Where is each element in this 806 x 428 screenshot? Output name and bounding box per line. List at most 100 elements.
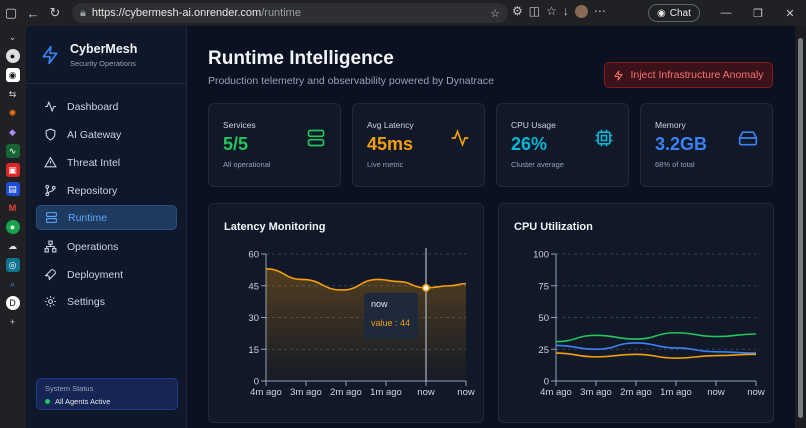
stat-card-services: Services 5/5 All operational bbox=[208, 103, 341, 187]
lightning-icon bbox=[614, 69, 624, 81]
chat-label: Chat bbox=[669, 7, 691, 19]
refresh-icon[interactable]: ↻ bbox=[44, 2, 66, 24]
sidebar-item-label: Dashboard bbox=[67, 100, 119, 113]
latency-chart[interactable]: 0 15 30 45 60 4m ago 3m ago 2m ago 1m ago now now bbox=[209, 204, 485, 424]
gmail-icon[interactable]: M bbox=[6, 201, 20, 215]
sidebar-item-label: Settings bbox=[67, 295, 105, 308]
sidebar-item-deployment[interactable]: Deployment bbox=[36, 262, 177, 287]
y-tick-label: 45 bbox=[248, 281, 259, 292]
y-tick-label: 25 bbox=[538, 345, 549, 356]
sidebar-item-label: AI Gateway bbox=[67, 128, 122, 141]
series-line-0 bbox=[555, 331, 757, 343]
tooltip-label: now bbox=[371, 299, 388, 309]
sidebar-item-label: Repository bbox=[67, 184, 118, 197]
y-tick-label: 0 bbox=[544, 377, 549, 388]
search-icon[interactable]: ⌕ bbox=[6, 277, 20, 291]
stat-sub: Live metric bbox=[367, 160, 404, 169]
more-icon[interactable]: ⋯ bbox=[594, 4, 606, 18]
latency-chart-card: Latency Monitoring 0 15 30 45 60 4m ago 3m ago… bbox=[208, 203, 484, 423]
series-line-1 bbox=[555, 342, 757, 354]
diamond-icon[interactable]: ◆ bbox=[6, 125, 20, 139]
tabs-icon[interactable]: ▢ bbox=[0, 2, 22, 24]
stat-card-memory: Memory 3.2GB 68% of total bbox=[640, 103, 773, 187]
green-circle-icon[interactable]: ● bbox=[5, 220, 20, 234]
tooltip-value: value : 44 bbox=[371, 318, 411, 328]
arrows-icon[interactable]: ⇆ bbox=[6, 87, 20, 101]
sidebar-item-dashboard[interactable]: Dashboard bbox=[36, 94, 177, 119]
inject-anomaly-label: Inject Infrastructure Anomaly bbox=[630, 69, 764, 81]
y-tick-label: 100 bbox=[533, 250, 549, 261]
highlight-point bbox=[422, 283, 430, 292]
map-icon[interactable]: ▤ bbox=[5, 182, 20, 196]
brand-name: CyberMesh bbox=[70, 41, 138, 56]
address-bar[interactable]: 🔒︎ https://cybermesh-ai.onrender.com/run… bbox=[72, 3, 508, 23]
server-icon bbox=[307, 129, 325, 147]
browser-toolbar: ▢ ← ↻ 🔒︎ https://cybermesh-ai.onrender.c… bbox=[0, 0, 806, 26]
y-tick-label: 50 bbox=[538, 313, 549, 324]
chart-tooltip: now value : 44 bbox=[364, 293, 418, 339]
gear-icon bbox=[45, 296, 56, 307]
selected-site-icon[interactable]: ◎ bbox=[5, 258, 20, 272]
sidebar-item-label: Operations bbox=[67, 240, 119, 253]
extensions-icon[interactable]: ⚙ bbox=[512, 4, 523, 18]
system-status-panel: System Status All Agents Active bbox=[36, 378, 178, 410]
minimize-icon[interactable]: — bbox=[710, 0, 742, 26]
favorites-icon[interactable]: ☆ bbox=[546, 4, 557, 18]
y-tick-label: 30 bbox=[248, 313, 259, 324]
add-icon[interactable]: + bbox=[6, 315, 20, 329]
burst-icon[interactable]: ✺ bbox=[6, 106, 20, 120]
sidebar-item-ai-gateway[interactable]: AI Gateway bbox=[36, 122, 177, 147]
x-tick-label: 2m ago bbox=[620, 387, 652, 398]
y-tick-label: 0 bbox=[254, 377, 259, 388]
url-path: /runtime bbox=[261, 7, 301, 19]
x-tick-label: 2m ago bbox=[330, 387, 362, 398]
activity-site-icon[interactable]: ∿ bbox=[5, 144, 20, 158]
shield-icon bbox=[45, 128, 56, 141]
close-icon[interactable]: ✕ bbox=[774, 0, 806, 26]
scrollbar[interactable] bbox=[795, 26, 806, 428]
sidebar-item-label: Threat Intel bbox=[67, 156, 121, 169]
sidebar-item-label: Runtime bbox=[68, 211, 108, 224]
cpu-chart[interactable]: 0 25 50 75 100 4m ago 3m ago 2m ago 1m ago now now bbox=[499, 204, 775, 424]
chat-button[interactable]: ◉ Chat bbox=[648, 4, 700, 22]
hard-drive-icon bbox=[738, 131, 758, 146]
browser-sidebar: ⌄ ● ◉ ⇆ ✺ ◆ ∿ ▣ ▤ M ● ☁ ◎ ⌕ D + bbox=[0, 26, 25, 428]
server-icon bbox=[46, 212, 57, 223]
activity-icon bbox=[45, 100, 56, 113]
restore-icon[interactable]: ❐ bbox=[742, 0, 774, 26]
sidebar-item-repository[interactable]: Repository bbox=[36, 178, 177, 203]
red-app-icon[interactable]: ▣ bbox=[5, 163, 20, 177]
favorite-star-icon[interactable]: ☆ bbox=[490, 7, 500, 20]
x-tick-label: 4m ago bbox=[540, 387, 572, 398]
page-subtitle: Production telemetry and observability p… bbox=[208, 75, 494, 87]
status-dot bbox=[45, 399, 50, 404]
x-tick-label: now bbox=[707, 387, 725, 398]
series-line-2 bbox=[555, 352, 757, 359]
stat-sub: Cluster average bbox=[511, 160, 564, 169]
back-icon[interactable]: ← bbox=[22, 2, 44, 24]
network-icon bbox=[44, 240, 57, 253]
app-icon[interactable]: ◉ bbox=[5, 68, 20, 82]
sidebar-item-runtime[interactable]: Runtime bbox=[36, 205, 177, 230]
github-icon[interactable]: ● bbox=[5, 49, 20, 63]
sidebar-item-threat-intel[interactable]: Threat Intel bbox=[36, 150, 177, 175]
rocket-icon bbox=[44, 269, 56, 281]
inject-anomaly-button[interactable]: Inject Infrastructure Anomaly bbox=[604, 62, 773, 88]
stat-sub: All operational bbox=[223, 160, 271, 169]
split-screen-icon[interactable]: ◫ bbox=[529, 4, 540, 18]
sidebar-item-operations[interactable]: Operations bbox=[36, 234, 177, 259]
d-icon[interactable]: D bbox=[5, 296, 20, 310]
y-tick-label: 15 bbox=[248, 345, 259, 356]
scrollbar-thumb[interactable] bbox=[798, 38, 803, 418]
system-status-value: All Agents Active bbox=[55, 397, 111, 406]
cloud-icon[interactable]: ☁ bbox=[6, 239, 20, 253]
sidebar: CyberMesh Security Operations Dashboard … bbox=[26, 26, 187, 428]
download-icon[interactable]: ↓ bbox=[563, 4, 569, 18]
y-tick-label: 75 bbox=[538, 281, 549, 292]
chevron-down-icon[interactable]: ⌄ bbox=[6, 30, 20, 44]
alert-triangle-icon bbox=[44, 156, 57, 168]
sidebar-item-settings[interactable]: Settings bbox=[36, 289, 177, 314]
main-content: Runtime Intelligence Production telemetr… bbox=[188, 26, 795, 428]
x-tick-label: 3m ago bbox=[580, 387, 612, 398]
profile-avatar[interactable] bbox=[574, 4, 588, 18]
